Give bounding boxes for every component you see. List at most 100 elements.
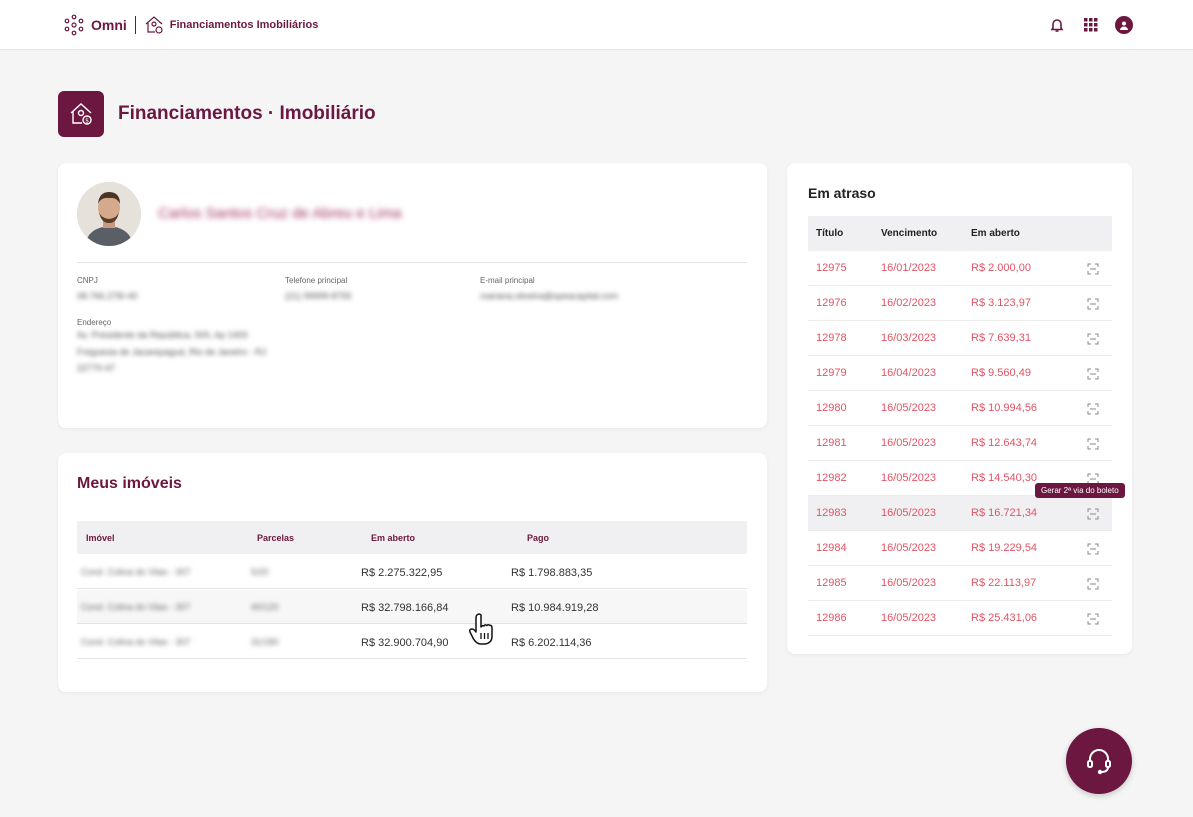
email-label: E-mail principal bbox=[480, 276, 535, 285]
profile-divider bbox=[77, 262, 747, 263]
title-number: 12978 bbox=[816, 332, 847, 344]
due-date: 16/01/2023 bbox=[881, 262, 937, 274]
open-amount: R$ 19.229,54 bbox=[971, 542, 1038, 554]
barcode-scan-icon[interactable] bbox=[1087, 578, 1099, 590]
hand-pointer-cursor-icon bbox=[469, 613, 493, 645]
top-bar: Omni Financiamentos Imobiliários bbox=[0, 0, 1193, 50]
title-number: 12980 bbox=[816, 402, 847, 414]
cnpj-label: CNPJ bbox=[77, 276, 98, 285]
email-value: mariana.oliveira@opeacapital.com bbox=[480, 291, 619, 301]
column-header: Em aberto bbox=[371, 533, 416, 543]
title-number: 12986 bbox=[816, 612, 847, 624]
overdue-row[interactable]: 12986 16/05/2023 R$ 25.431,06 bbox=[808, 601, 1112, 636]
overdue-row[interactable]: 12976 16/02/2023 R$ 3.123,97 bbox=[808, 286, 1112, 321]
phone-value: (21) 99999-8755 bbox=[285, 291, 352, 301]
title-number: 12975 bbox=[816, 262, 847, 274]
open-amount: R$ 2.275.322,95 bbox=[361, 567, 443, 579]
due-date: 16/05/2023 bbox=[881, 577, 937, 589]
title-number: 12984 bbox=[816, 542, 847, 554]
due-date: 16/05/2023 bbox=[881, 402, 937, 414]
open-amount: R$ 10.994,56 bbox=[971, 402, 1038, 414]
table-row[interactable]: Cond. Colina do Vilas - 307 40/120 R$ 32… bbox=[77, 590, 747, 624]
due-date: 16/04/2023 bbox=[881, 367, 937, 379]
address-line: Av. Presidente da República, 500, Ap 140… bbox=[77, 330, 248, 340]
overdue-row[interactable]: 12978 16/03/2023 R$ 7.639,31 bbox=[808, 321, 1112, 356]
overdue-row[interactable]: 12983 16/05/2023 R$ 16.721,34 bbox=[808, 496, 1112, 531]
cnpj-value: 08.766.278/-40 bbox=[77, 291, 138, 301]
column-header: Em aberto bbox=[971, 228, 1020, 239]
barcode-scan-icon[interactable] bbox=[1087, 403, 1099, 415]
brand-divider bbox=[134, 16, 136, 34]
app-name: Financiamentos Imobiliários bbox=[169, 19, 319, 31]
column-header: Parcelas bbox=[257, 533, 295, 543]
address-line: Freguesia de Jacarepaguá, Rio de Janeiro… bbox=[77, 347, 267, 357]
overdue-title: Em atraso bbox=[808, 185, 876, 201]
overdue-row[interactable]: 12979 16/04/2023 R$ 9.560,49 bbox=[808, 356, 1112, 391]
paid-amount: R$ 1.798.883,35 bbox=[511, 567, 593, 579]
support-chat-button[interactable] bbox=[1066, 728, 1132, 794]
property-name: Cond. Colina do Vilas - 307 bbox=[81, 602, 191, 612]
overdue-row[interactable]: 12984 16/05/2023 R$ 19.229,54 bbox=[808, 531, 1112, 566]
barcode-scan-icon[interactable] bbox=[1087, 333, 1099, 345]
table-row[interactable]: Cond. Colina do Vilas - 307 31/180 R$ 32… bbox=[77, 625, 747, 659]
barcode-scan-icon[interactable] bbox=[1087, 543, 1099, 555]
open-amount: R$ 32.798.166,84 bbox=[361, 602, 449, 614]
title-number: 12982 bbox=[816, 472, 847, 484]
address-label: Endereço bbox=[77, 318, 112, 327]
open-amount: R$ 14.540,30 bbox=[971, 472, 1038, 484]
open-amount: R$ 2.000,00 bbox=[971, 262, 1031, 274]
barcode-scan-icon[interactable] bbox=[1087, 298, 1099, 310]
omni-logo-icon bbox=[64, 14, 84, 36]
property-name: Cond. Colina do Vilas - 307 bbox=[81, 567, 191, 577]
installments: 31/180 bbox=[251, 637, 279, 647]
barcode-scan-icon[interactable] bbox=[1087, 508, 1099, 520]
due-date: 16/05/2023 bbox=[881, 612, 937, 624]
barcode-scan-icon[interactable] bbox=[1087, 263, 1099, 275]
apps-grid-icon[interactable] bbox=[1081, 15, 1101, 35]
barcode-scan-icon[interactable] bbox=[1087, 438, 1099, 450]
overdue-row[interactable]: 12975 16/01/2023 R$ 2.000,00 bbox=[808, 251, 1112, 286]
profile-photo bbox=[77, 182, 141, 246]
due-date: 16/05/2023 bbox=[881, 437, 937, 449]
profile-card: Carlos Santos Cruz de Abreu e Lima CNPJ … bbox=[58, 163, 767, 428]
svg-text:$: $ bbox=[85, 118, 89, 125]
page-header: $ Financiamentos · Imobiliário bbox=[58, 91, 376, 137]
open-amount: R$ 25.431,06 bbox=[971, 612, 1038, 624]
property-name: Cond. Colina do Vilas - 307 bbox=[81, 637, 191, 647]
overdue-row[interactable]: 12985 16/05/2023 R$ 22.113,97 bbox=[808, 566, 1112, 601]
paid-amount: R$ 10.984.919,28 bbox=[511, 602, 599, 614]
column-header: Pago bbox=[527, 533, 550, 543]
brand-name: Omni bbox=[91, 17, 127, 33]
due-date: 16/02/2023 bbox=[881, 297, 937, 309]
address-line: 22770-47 bbox=[77, 363, 116, 373]
due-date: 16/05/2023 bbox=[881, 472, 937, 484]
overdue-row[interactable]: 12981 16/05/2023 R$ 12.643,74 bbox=[808, 426, 1112, 461]
barcode-scan-icon[interactable] bbox=[1087, 613, 1099, 625]
user-avatar-icon[interactable] bbox=[1115, 16, 1133, 34]
open-amount: R$ 3.123,97 bbox=[971, 297, 1031, 309]
house-finance-badge-icon: $ bbox=[58, 91, 104, 137]
tooltip: Gerar 2ª via do boleto bbox=[1035, 483, 1125, 498]
page-title: Financiamentos · Imobiliário bbox=[118, 103, 376, 124]
installments: 40/120 bbox=[251, 602, 279, 612]
column-header: Imóvel bbox=[86, 533, 115, 543]
open-amount: R$ 9.560,49 bbox=[971, 367, 1031, 379]
overdue-card: Em atraso Título Vencimento Em aberto 12… bbox=[787, 163, 1132, 654]
open-amount: R$ 12.643,74 bbox=[971, 437, 1038, 449]
brand[interactable]: Omni Financiamentos Imobiliários bbox=[63, 14, 318, 36]
table-row[interactable]: Cond. Colina do Vilas - 307 5/20 R$ 2.27… bbox=[77, 555, 747, 589]
open-amount: R$ 22.113,97 bbox=[971, 577, 1037, 589]
overdue-table-header: Título Vencimento Em aberto bbox=[808, 216, 1112, 251]
column-header: Título bbox=[816, 228, 844, 239]
title-number: 12976 bbox=[816, 297, 847, 309]
due-date: 16/05/2023 bbox=[881, 542, 937, 554]
installments: 5/20 bbox=[251, 567, 269, 577]
bell-icon[interactable] bbox=[1047, 15, 1067, 35]
headset-icon bbox=[1087, 749, 1111, 775]
properties-title: Meus imóveis bbox=[77, 475, 182, 492]
overdue-row[interactable]: 12980 16/05/2023 R$ 10.994,56 bbox=[808, 391, 1112, 426]
properties-table-header: Imóvel Parcelas Em aberto Pago bbox=[77, 521, 747, 554]
open-amount: R$ 16.721,34 bbox=[971, 507, 1038, 519]
open-amount: R$ 7.639,31 bbox=[971, 332, 1031, 344]
barcode-scan-icon[interactable] bbox=[1087, 368, 1099, 380]
